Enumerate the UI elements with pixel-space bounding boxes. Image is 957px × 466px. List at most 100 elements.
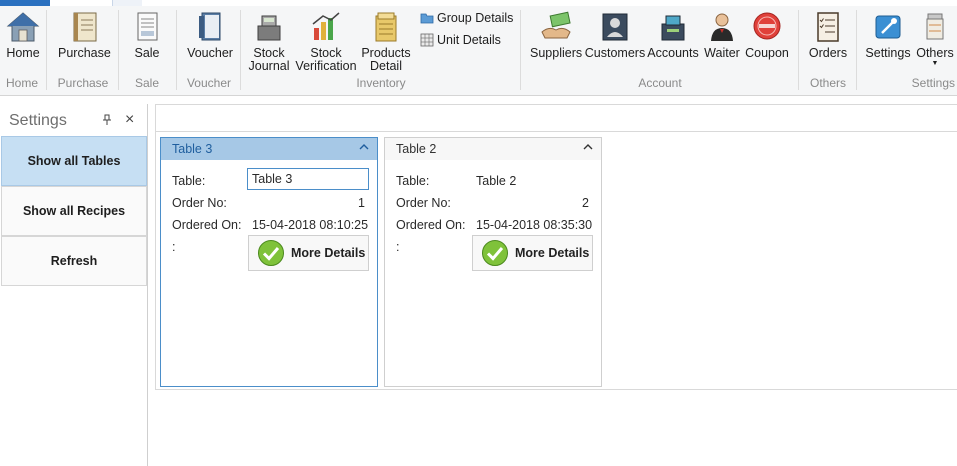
stock-journal-label-2: Journal bbox=[248, 59, 290, 73]
pin-icon[interactable] bbox=[102, 114, 112, 126]
order-no-label: Order No: bbox=[396, 196, 451, 210]
show-all-recipes-button[interactable]: Show all Recipes bbox=[1, 186, 147, 236]
jars-icon bbox=[926, 13, 944, 40]
others-dropdown-button[interactable]: Others ▼ bbox=[914, 10, 956, 68]
voucher-button-label: Voucher bbox=[187, 46, 233, 60]
ribbon-tab-active[interactable] bbox=[0, 0, 50, 6]
show-all-tables-label: Show all Tables bbox=[27, 154, 121, 168]
ribbon-group-account: Suppliers Customers Accounts Waiter Coup… bbox=[524, 8, 796, 92]
group-label-settings: Settings bbox=[911, 76, 955, 90]
tools-icon bbox=[875, 15, 901, 39]
order-no-value: 2 bbox=[582, 196, 589, 210]
group-details-button[interactable]: Group Details bbox=[420, 11, 513, 25]
show-all-tables-button[interactable]: Show all Tables bbox=[1, 136, 147, 186]
ribbon-group-purchase: Purchase Purchase bbox=[50, 8, 116, 92]
group-separator bbox=[46, 10, 47, 90]
refresh-label: Refresh bbox=[50, 254, 98, 268]
folder-stack-icon bbox=[375, 12, 397, 42]
table-card-title: Table 3 bbox=[172, 142, 213, 156]
ribbon-tabstrip bbox=[0, 0, 957, 6]
table-card-header[interactable]: Table 3 bbox=[161, 138, 377, 160]
checklist-icon bbox=[817, 12, 839, 42]
group-separator bbox=[240, 10, 241, 90]
products-detail-label-1: Products bbox=[361, 46, 411, 60]
table-label: Table: bbox=[396, 174, 430, 188]
coupon-button[interactable]: Coupon bbox=[744, 10, 790, 60]
group-label-inventory: Inventory bbox=[356, 76, 406, 90]
chevron-up-icon[interactable] bbox=[359, 142, 369, 152]
ribbon-group-voucher: Voucher Voucher bbox=[180, 8, 238, 92]
ordered-on-value: 15-04-2018 08:10:25 bbox=[252, 218, 369, 232]
more-details-label: More Details bbox=[515, 246, 590, 260]
dropdown-arrow-icon: ▼ bbox=[931, 60, 939, 67]
orders-label: Orders bbox=[808, 46, 848, 60]
group-details-label: Group Details bbox=[437, 11, 514, 25]
group-label-sale: Sale bbox=[134, 76, 160, 90]
voucher-button[interactable]: Voucher bbox=[184, 10, 236, 60]
order-no-value: 1 bbox=[358, 196, 365, 210]
waiter-label: Waiter bbox=[704, 46, 740, 60]
table-card-header[interactable]: Table 2 bbox=[385, 138, 601, 160]
table-card[interactable]: Table 2 Table: Table 2 Order No: 2 Order… bbox=[384, 137, 602, 387]
ordered-on-label: Ordered On: bbox=[172, 218, 242, 232]
table-card[interactable]: Table 3 Table: Order No: 1 Ordered On: 1… bbox=[160, 137, 378, 387]
unit-details-label: Unit Details bbox=[437, 33, 501, 47]
customer-id-icon bbox=[602, 13, 628, 41]
more-details-button[interactable]: More Details bbox=[472, 235, 593, 271]
ribbon-group-others: Orders Others bbox=[802, 8, 854, 92]
close-icon[interactable]: × bbox=[125, 111, 134, 129]
sale-button-label: Sale bbox=[134, 46, 160, 60]
home-button[interactable]: Home bbox=[4, 10, 42, 60]
table-card-title: Table 2 bbox=[396, 142, 437, 156]
sale-button[interactable]: Sale bbox=[130, 10, 164, 60]
settings-label: Settings bbox=[865, 46, 911, 60]
check-icon bbox=[258, 240, 284, 266]
ribbon: Home Home Purchase Purchase Sale Sale Vo… bbox=[0, 0, 957, 96]
ribbon-group-inventory: Stock Journal Stock Verification Product… bbox=[244, 8, 518, 92]
extra-label: : bbox=[172, 240, 176, 254]
group-label-account: Account bbox=[638, 76, 682, 90]
handshake-money-icon bbox=[541, 11, 571, 39]
products-detail-button[interactable]: Products Detail bbox=[360, 10, 412, 73]
home-button-label: Home bbox=[6, 46, 40, 60]
more-details-label: More Details bbox=[291, 246, 366, 260]
suppliers-button[interactable]: Suppliers bbox=[530, 10, 582, 60]
settings-panel-title: Settings bbox=[9, 112, 67, 129]
settings-button[interactable]: Settings bbox=[862, 10, 914, 60]
unit-details-button[interactable]: Unit Details bbox=[420, 33, 501, 47]
group-separator bbox=[798, 10, 799, 90]
cash-register-icon bbox=[257, 15, 281, 41]
group-separator bbox=[176, 10, 177, 90]
extra-label: : bbox=[396, 240, 400, 254]
ribbon-group-settings: Settings Others ▼ Settings bbox=[860, 8, 957, 92]
purchase-button[interactable]: Purchase bbox=[58, 10, 111, 60]
refresh-button[interactable]: Refresh bbox=[1, 236, 147, 286]
ledger-icon bbox=[73, 12, 97, 42]
waiter-button[interactable]: Waiter bbox=[702, 10, 742, 60]
stock-chart-icon bbox=[312, 12, 340, 40]
group-label-purchase: Purchase bbox=[57, 76, 109, 90]
orders-button[interactable]: Orders bbox=[806, 10, 850, 60]
customers-label: Customers bbox=[584, 46, 646, 60]
accounts-button[interactable]: Accounts bbox=[646, 10, 700, 60]
ribbon-group-sale: Sale Sale bbox=[122, 8, 172, 92]
group-label-voucher: Voucher bbox=[186, 76, 232, 90]
suppliers-label: Suppliers bbox=[530, 46, 583, 60]
waiter-icon bbox=[711, 13, 733, 41]
products-detail-label-2: Detail bbox=[370, 59, 402, 73]
more-details-button[interactable]: More Details bbox=[248, 235, 369, 271]
stock-journal-button[interactable]: Stock Journal bbox=[248, 10, 290, 73]
purchase-button-label: Purchase bbox=[58, 46, 111, 60]
chevron-up-icon[interactable] bbox=[583, 142, 593, 152]
stock-verification-label-1: Stock bbox=[310, 46, 342, 60]
invoice-icon bbox=[137, 12, 158, 41]
ribbon-tab[interactable] bbox=[112, 0, 142, 6]
table-name-input[interactable] bbox=[247, 168, 369, 190]
coupon-label: Coupon bbox=[745, 46, 789, 60]
stock-verification-button[interactable]: Stock Verification bbox=[294, 10, 358, 73]
customers-button[interactable]: Customers bbox=[584, 10, 646, 60]
settings-panel: Settings × Show all Tables Show all Reci… bbox=[0, 104, 148, 466]
cash-machine-icon bbox=[661, 15, 685, 41]
show-all-recipes-label: Show all Recipes bbox=[22, 204, 126, 218]
group-separator bbox=[118, 10, 119, 90]
